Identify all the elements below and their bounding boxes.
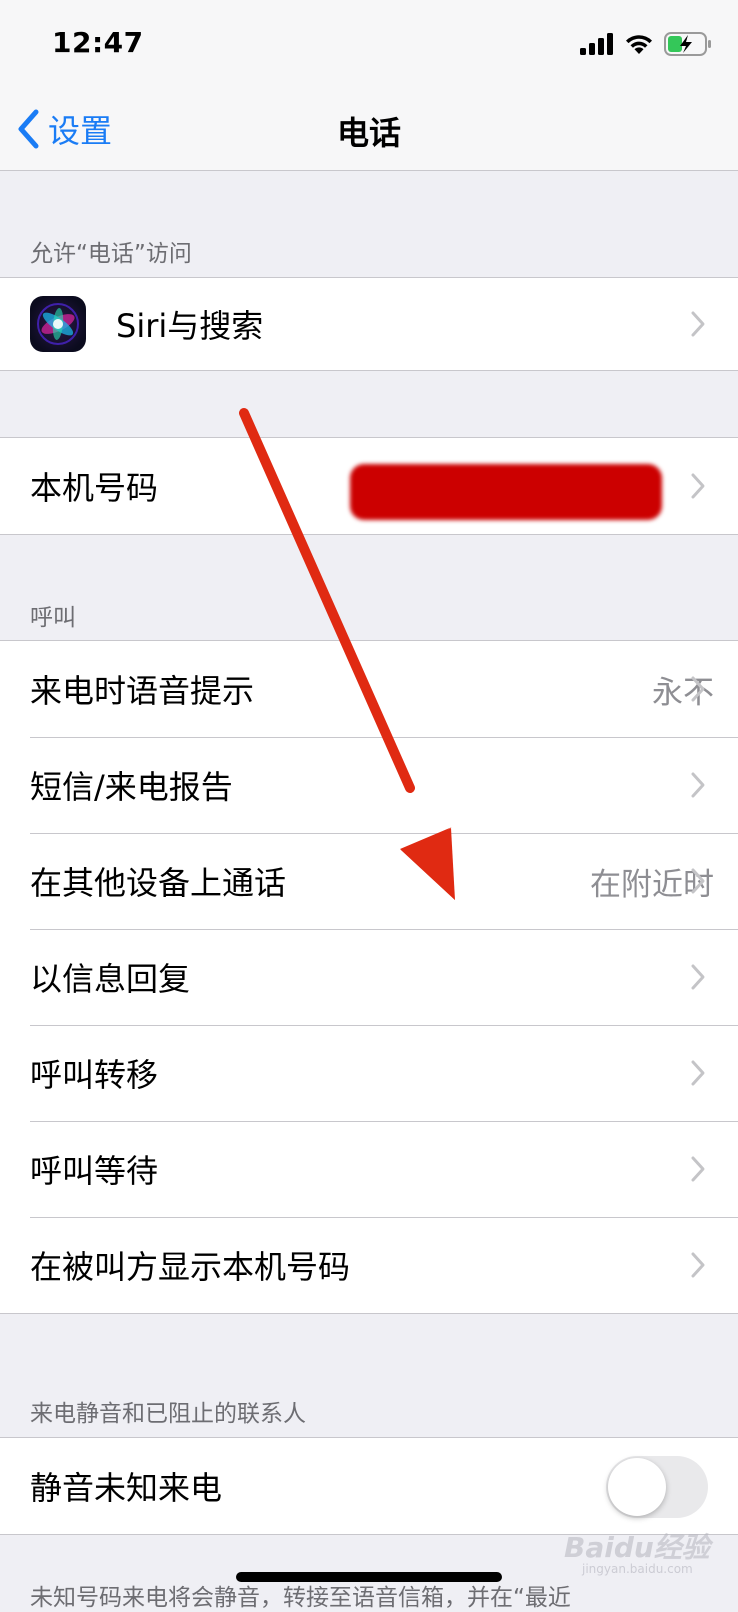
chevron-right-icon	[691, 1060, 705, 1086]
call-forwarding-label: 呼叫转移	[30, 1056, 159, 1094]
watermark-logo: Baidu经验	[564, 1531, 710, 1564]
chevron-right-icon	[691, 964, 705, 990]
chevron-right-icon	[691, 868, 705, 894]
chevron-right-icon	[691, 311, 705, 337]
siri-icon	[30, 296, 86, 352]
row-call-waiting[interactable]: 呼叫等待	[0, 1121, 738, 1217]
row-silence-unknown-callers: 静音未知来电	[0, 1438, 738, 1534]
row-respond-with-text[interactable]: 以信息回复	[0, 929, 738, 1025]
row-show-my-caller-id[interactable]: 在被叫方显示本机号码	[0, 1217, 738, 1313]
calls-on-other-devices-label: 在其他设备上通话	[30, 864, 287, 902]
row-sms-call-reporting[interactable]: 短信/来电报告	[0, 737, 738, 833]
section-header-allow-access: 允许“电话”访问	[30, 241, 192, 267]
silence-unknown-callers-toggle[interactable]	[606, 1456, 708, 1518]
status-bar: 12:47	[0, 0, 738, 90]
toggle-knob	[608, 1458, 666, 1516]
respond-with-text-label: 以信息回复	[30, 960, 191, 998]
watermark-url: jingyan.baidu.com	[582, 1562, 693, 1576]
row-announce-calls[interactable]: 来电时语音提示 永不	[0, 641, 738, 737]
section-header-calls: 呼叫	[30, 605, 76, 631]
home-indicator[interactable]	[236, 1572, 502, 1582]
announce-calls-label: 来电时语音提示	[30, 672, 255, 710]
group-calls: 来电时语音提示 永不 短信/来电报告 在其他设备上通话 在附近时 以信息回复 呼…	[0, 640, 738, 1314]
cellular-signal-icon	[580, 33, 613, 55]
status-icons	[580, 30, 712, 58]
row-calls-on-other-devices[interactable]: 在其他设备上通话 在附近时	[0, 833, 738, 929]
navigation-bar: 设置 电话	[0, 90, 738, 171]
chevron-right-icon	[691, 473, 705, 499]
siri-search-label: Siri与搜索	[116, 307, 264, 345]
row-siri-search[interactable]: Siri与搜索	[0, 278, 738, 370]
chevron-right-icon	[691, 676, 705, 702]
status-time: 12:47	[52, 26, 144, 59]
call-waiting-label: 呼叫等待	[30, 1152, 159, 1190]
group-allow-access: Siri与搜索	[0, 277, 738, 371]
chevron-right-icon	[691, 1156, 705, 1182]
row-my-number[interactable]: 本机号码	[0, 438, 738, 534]
group-my-number: 本机号码	[0, 437, 738, 535]
battery-charging-icon	[664, 32, 711, 56]
wifi-icon	[626, 35, 652, 54]
row-call-forwarding[interactable]: 呼叫转移	[0, 1025, 738, 1121]
sms-call-reporting-label: 短信/来电报告	[30, 768, 233, 806]
show-my-caller-id-label: 在被叫方显示本机号码	[30, 1248, 351, 1286]
section-header-silence-blocked: 来电静音和已阻止的联系人	[30, 1401, 306, 1427]
page-title: 电话	[336, 114, 401, 152]
chevron-right-icon	[691, 772, 705, 798]
chevron-right-icon	[691, 1252, 705, 1278]
group-silence-blocked: 静音未知来电	[0, 1437, 738, 1535]
silence-footer-text: 未知号码来电将会静音，转接至语音信箱，并在“最近	[30, 1585, 571, 1611]
redacted-phone-number	[350, 464, 662, 520]
